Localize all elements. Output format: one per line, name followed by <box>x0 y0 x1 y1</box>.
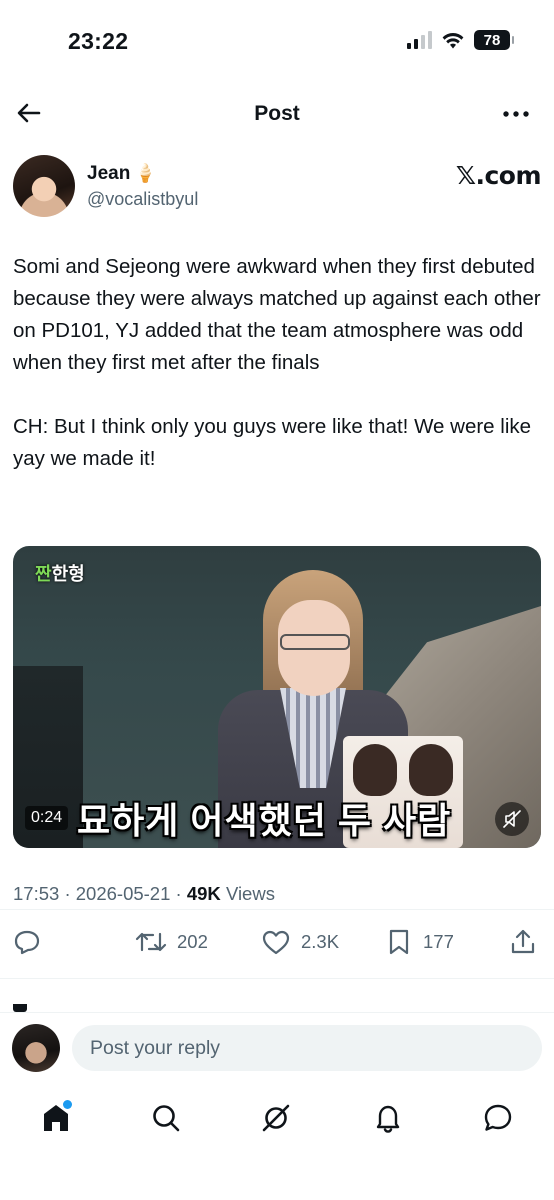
nav-grok[interactable] <box>256 1098 296 1138</box>
bottom-navigation <box>0 1092 554 1142</box>
post-author: Jean 🍦 @vocalistbyul 𝕏.com <box>13 155 542 219</box>
like-button[interactable]: 2.3K <box>261 925 339 959</box>
divider <box>0 909 554 910</box>
mute-icon <box>503 810 521 828</box>
post-date: 2026-05-21 <box>75 883 171 904</box>
nav-search[interactable] <box>146 1098 186 1138</box>
author-handle[interactable]: @vocalistbyul <box>87 189 198 210</box>
bookmark-count: 177 <box>423 931 454 952</box>
nav-home[interactable] <box>36 1098 76 1138</box>
reply-button[interactable] <box>13 925 41 959</box>
notification-dot <box>63 1100 72 1109</box>
page-title: Post <box>254 102 300 125</box>
author-avatar[interactable] <box>13 155 75 217</box>
source-watermark: 𝕏.com <box>455 161 542 190</box>
nav-notifications[interactable] <box>368 1098 408 1138</box>
share-icon <box>511 929 535 954</box>
status-time: 23:22 <box>68 28 129 54</box>
divider <box>0 1012 554 1013</box>
bookmark-button[interactable]: 177 <box>385 925 454 959</box>
video-duration: 0:24 <box>25 806 69 830</box>
bookmark-icon <box>389 929 409 955</box>
post-meta: 17:53 · 2026-05-21 · 49K Views <box>13 883 275 904</box>
search-icon <box>153 1105 180 1132</box>
header: Post <box>0 92 554 138</box>
show-logo: 짠한형 <box>35 564 85 584</box>
reply-input[interactable] <box>72 1025 542 1071</box>
video-subtitle: 묘하게 어색했던 두 사람 <box>77 800 452 841</box>
post-paragraph: CH: But I think only you guys were like … <box>13 415 532 470</box>
grok-icon <box>262 1104 290 1132</box>
more-horizontal-icon <box>503 111 529 117</box>
video-player[interactable]: 짠한형 묘하게 어색했던 두 사람 0:24 <box>13 546 541 848</box>
author-name[interactable]: Jean <box>87 163 130 184</box>
post-paragraph: Somi and Sejeong were awkward when they … <box>13 255 541 374</box>
messages-icon <box>484 1104 512 1131</box>
status-icons: 78 <box>407 30 514 50</box>
repost-button[interactable]: 202 <box>135 925 208 959</box>
heart-icon <box>262 930 290 955</box>
share-button[interactable] <box>509 925 537 959</box>
notifications-icon <box>376 1105 400 1133</box>
more-options-button[interactable] <box>500 102 532 126</box>
views-label: Views <box>225 883 275 904</box>
battery-indicator: 78 <box>474 30 514 50</box>
cellular-signal-icon <box>407 31 432 49</box>
post-actions: 202 2.3K 177 <box>13 925 541 959</box>
post-body: Somi and Sejeong were awkward when they … <box>13 251 543 507</box>
mute-button[interactable] <box>495 802 529 836</box>
like-count: 2.3K <box>301 931 340 952</box>
partial-section-heading <box>13 1004 53 1012</box>
reply-icon <box>14 930 40 955</box>
nav-messages[interactable] <box>478 1098 518 1138</box>
repost-icon <box>135 932 167 952</box>
wifi-icon <box>442 32 464 48</box>
repost-count: 202 <box>177 931 208 952</box>
glasses <box>280 634 350 650</box>
post-time: 17:53 <box>13 883 60 904</box>
status-bar: 23:22 78 <box>0 0 554 84</box>
author-name-row[interactable]: Jean 🍦 <box>87 163 157 185</box>
current-user-avatar[interactable] <box>12 1024 60 1072</box>
ice-cream-emoji: 🍦 <box>134 163 157 183</box>
views-count[interactable]: 49K <box>187 883 221 904</box>
divider <box>0 978 554 979</box>
